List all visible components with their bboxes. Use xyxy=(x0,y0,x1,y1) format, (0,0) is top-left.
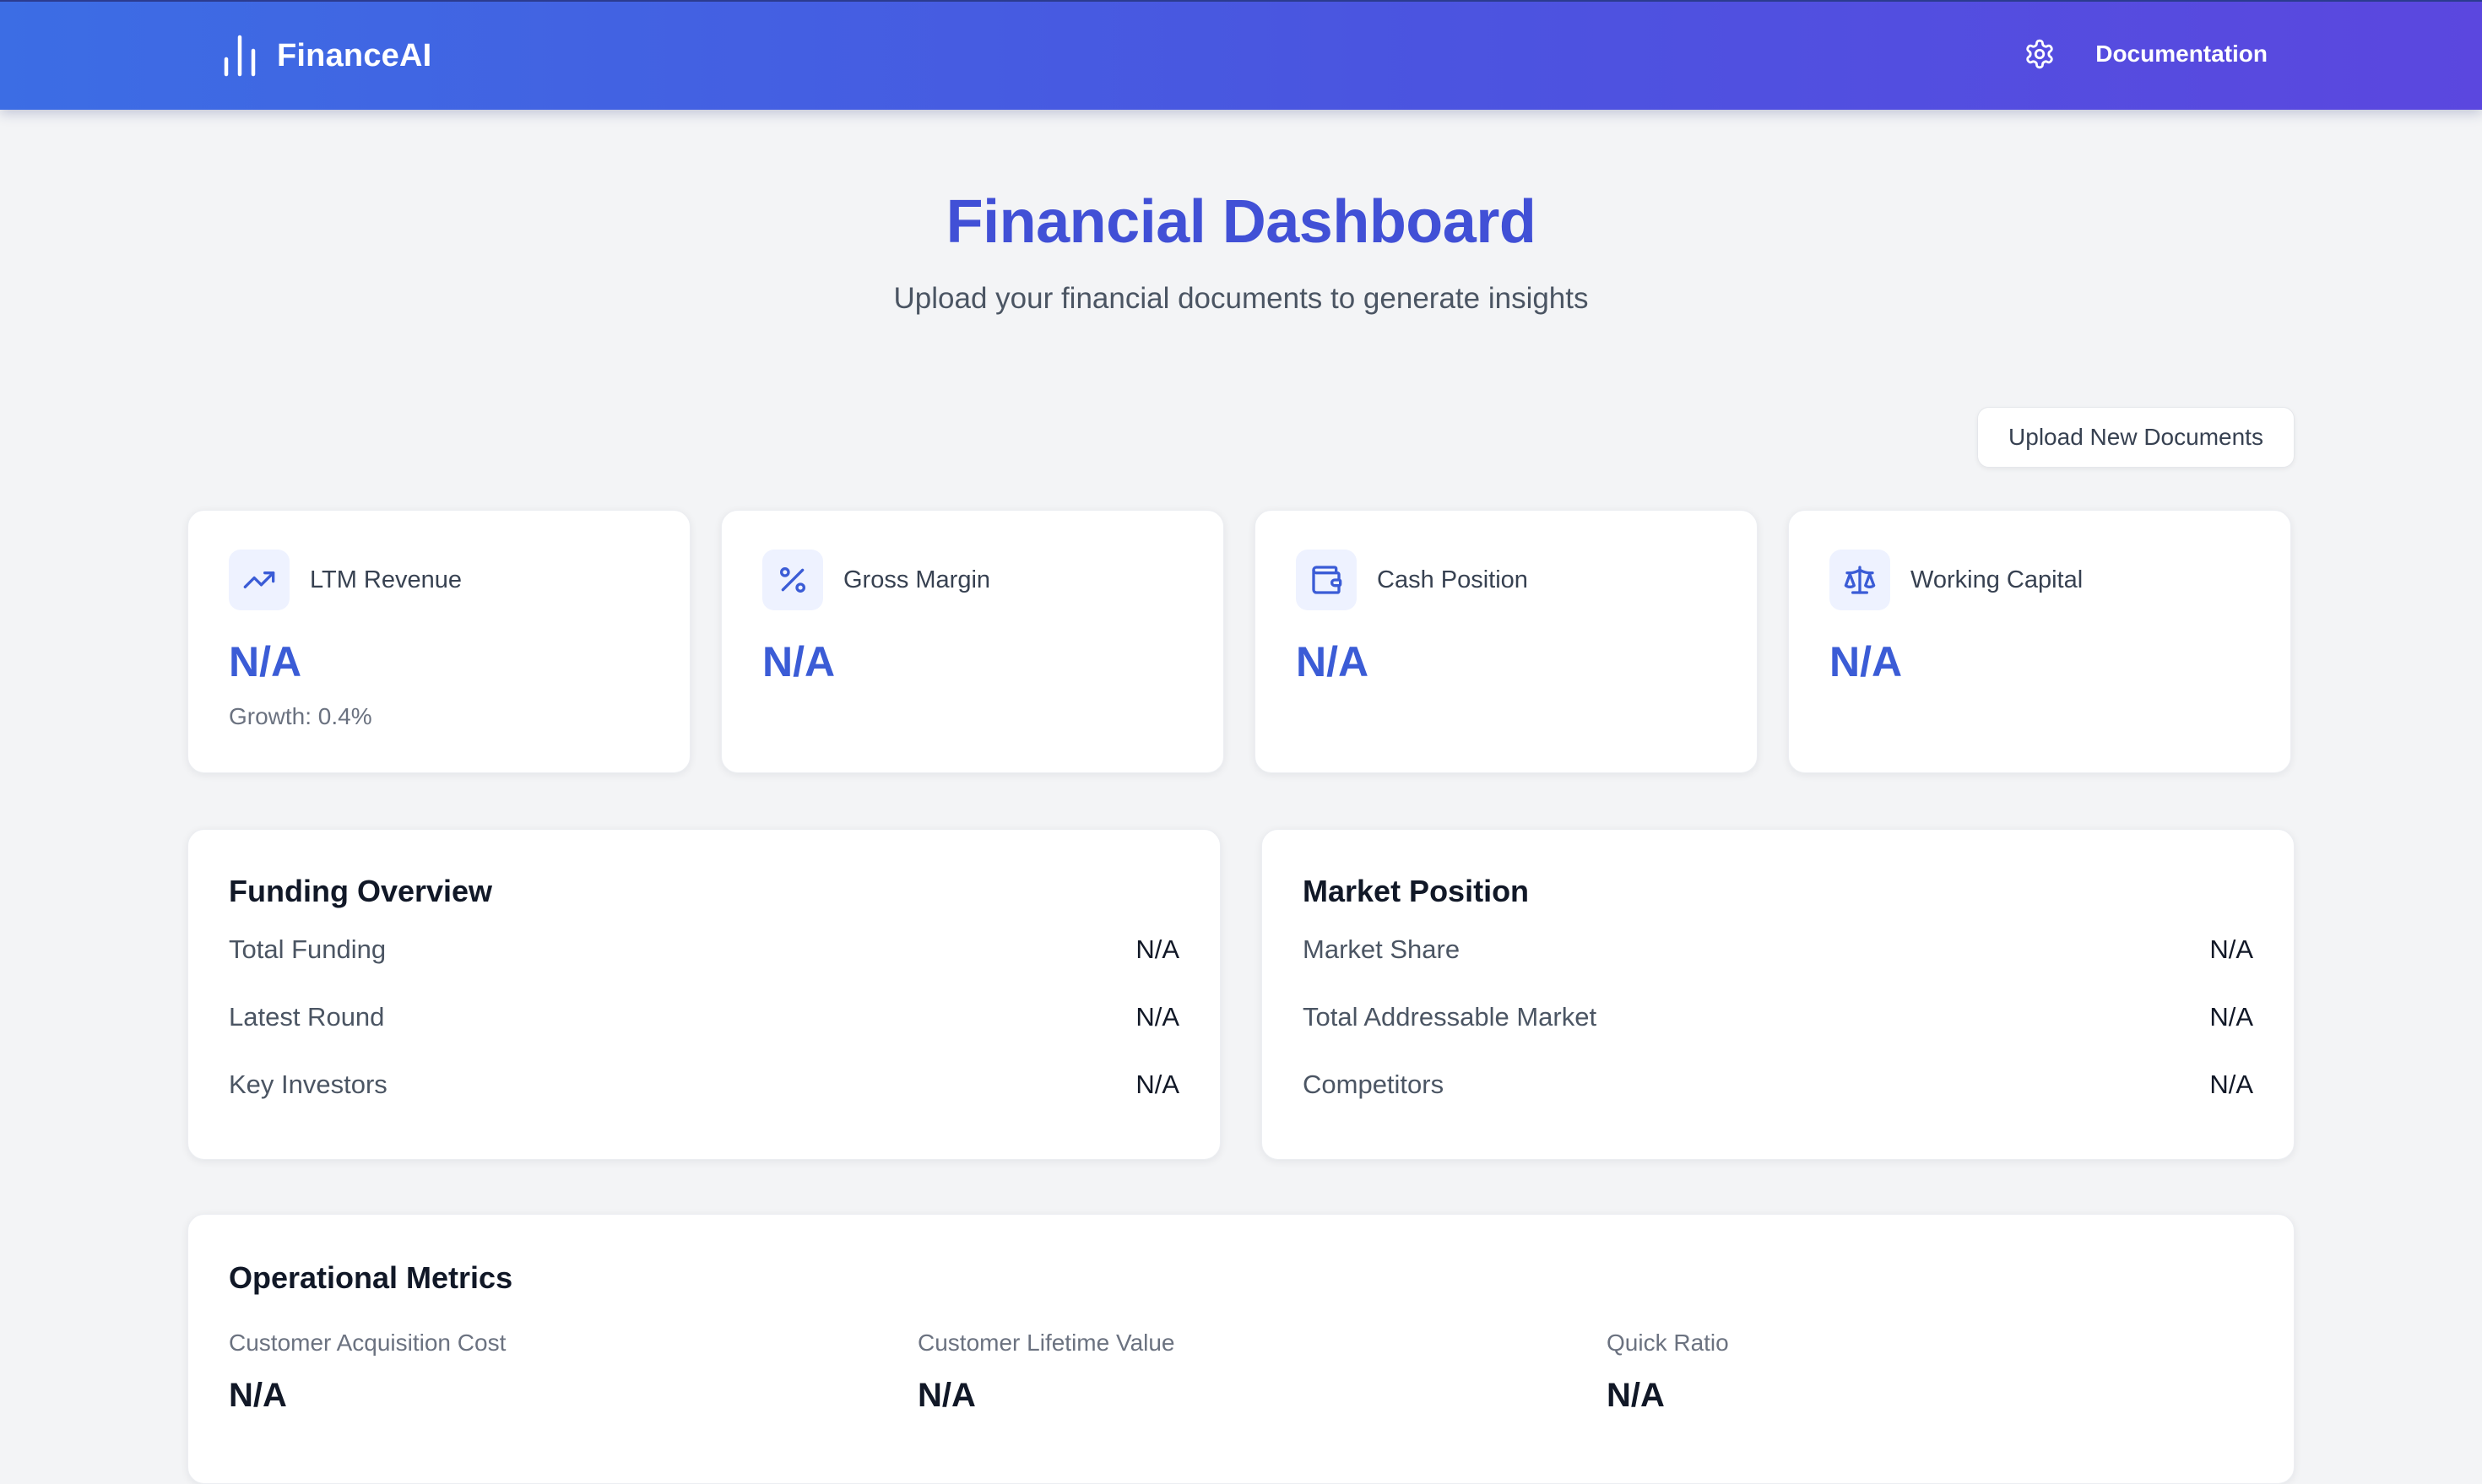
metric-value: N/A xyxy=(1829,638,1903,685)
ops-metric-value: N/A xyxy=(1607,1377,1665,1414)
ops-metric-value: N/A xyxy=(229,1377,287,1414)
page-subtitle: Upload your financial documents to gener… xyxy=(893,282,1589,315)
brand-name: FinanceAI xyxy=(277,37,432,73)
top-navigation-bar: FinanceAI Documentation xyxy=(0,0,2482,110)
header-actions: Documentation xyxy=(2023,37,2268,71)
trending-up-icon xyxy=(229,550,290,610)
documentation-link[interactable]: Documentation xyxy=(2095,41,2268,68)
operational-metrics-title: Operational Metrics xyxy=(229,1260,513,1295)
ops-metric-label: Customer Lifetime Value xyxy=(918,1330,1175,1356)
funding-row-latest-round: Latest Round N/A xyxy=(229,999,1179,1036)
metric-card-ltm-revenue: LTM Revenue N/A Growth: 0.4% xyxy=(187,510,691,773)
upload-new-documents-button[interactable]: Upload New Documents xyxy=(1977,407,2295,468)
metric-card-cash-position: Cash Position N/A xyxy=(1255,510,1758,773)
row-label: Latest Round xyxy=(229,1002,385,1032)
market-row-tam: Total Addressable Market N/A xyxy=(1303,999,2253,1036)
wallet-icon xyxy=(1296,550,1357,610)
market-position-title: Market Position xyxy=(1303,874,1530,908)
ops-metric-clv: Customer Lifetime Value N/A xyxy=(918,1330,1576,1415)
market-position-card: Market Position Market Share N/A Total A… xyxy=(1261,829,2295,1160)
metric-value: N/A xyxy=(1296,638,1369,685)
funding-overview-card: Funding Overview Total Funding N/A Lates… xyxy=(187,829,1221,1160)
funding-row-total-funding: Total Funding N/A xyxy=(229,931,1179,968)
metric-growth: Growth: 0.4% xyxy=(229,703,372,729)
metric-label: Working Capital xyxy=(1910,566,2084,593)
market-row-competitors: Competitors N/A xyxy=(1303,1066,2253,1103)
metric-label: Gross Margin xyxy=(843,566,991,593)
bar-chart-icon xyxy=(221,34,258,78)
row-value: N/A xyxy=(1135,934,1179,964)
metric-label: LTM Revenue xyxy=(310,566,462,593)
scale-icon xyxy=(1829,550,1890,610)
ops-metric-cac: Customer Acquisition Cost N/A xyxy=(229,1330,887,1415)
ops-metric-label: Customer Acquisition Cost xyxy=(229,1330,507,1356)
metric-value: N/A xyxy=(229,638,302,685)
row-label: Total Addressable Market xyxy=(1303,1002,1597,1032)
row-value: N/A xyxy=(2209,934,2253,964)
brand-logo[interactable]: FinanceAI xyxy=(221,34,431,78)
ops-metric-label: Quick Ratio xyxy=(1607,1330,1729,1356)
ops-metric-quick-ratio: Quick Ratio N/A xyxy=(1607,1330,2265,1415)
metric-card-gross-margin: Gross Margin N/A xyxy=(721,510,1224,773)
row-label: Market Share xyxy=(1303,934,1460,964)
metric-value: N/A xyxy=(762,638,836,685)
percent-icon xyxy=(762,550,823,610)
metric-label: Cash Position xyxy=(1377,566,1528,593)
row-value: N/A xyxy=(2209,1070,2253,1099)
metric-card-working-capital: Working Capital N/A xyxy=(1788,510,2291,773)
row-value: N/A xyxy=(2209,1002,2253,1032)
row-label: Total Funding xyxy=(229,934,387,964)
row-value: N/A xyxy=(1135,1002,1179,1032)
row-label: Key Investors xyxy=(229,1070,387,1099)
row-label: Competitors xyxy=(1303,1070,1444,1099)
market-row-market-share: Market Share N/A xyxy=(1303,931,2253,968)
funding-overview-title: Funding Overview xyxy=(229,874,493,908)
settings-gear-icon[interactable] xyxy=(2023,37,2057,71)
ops-metric-value: N/A xyxy=(918,1377,976,1414)
row-value: N/A xyxy=(1135,1070,1179,1099)
operational-metrics-card: Operational Metrics Customer Acquisition… xyxy=(187,1214,2295,1484)
funding-row-key-investors: Key Investors N/A xyxy=(229,1066,1179,1103)
page-title: Financial Dashboard xyxy=(946,188,1536,256)
